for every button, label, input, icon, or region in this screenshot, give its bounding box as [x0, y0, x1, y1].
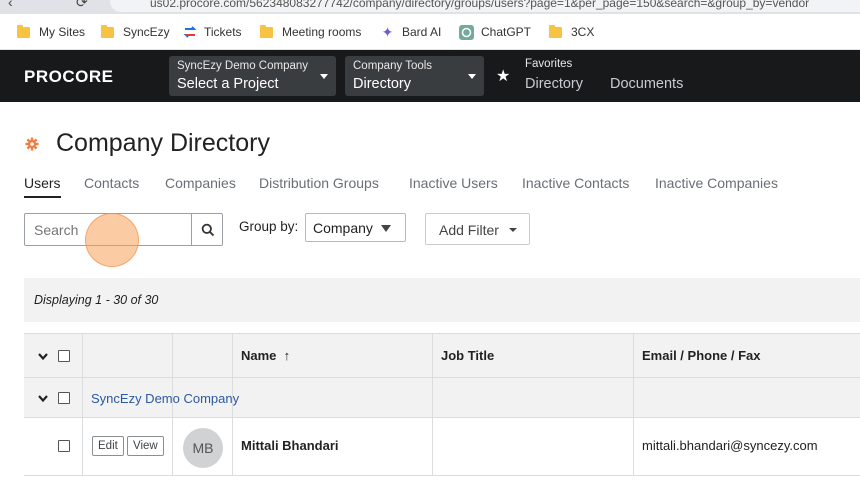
bookmark-label: Tickets	[204, 25, 242, 39]
user-name[interactable]: Mittali Bhandari	[241, 438, 339, 453]
group-checkbox[interactable]	[58, 392, 70, 404]
gear-icon[interactable]	[25, 137, 39, 151]
procore-header: PROCORE SyncEzy Demo Company Select a Pr…	[0, 50, 860, 102]
browser-address-bar[interactable]: ‹ ⟳ us02.procore.com/562348083277742/com…	[0, 0, 860, 14]
page-title: Company Directory	[56, 129, 270, 157]
group-row: SyncEzy Demo Company	[24, 378, 860, 418]
caret-down-icon	[381, 225, 391, 232]
group-by-value: Company	[313, 220, 373, 236]
procore-logo[interactable]: PROCORE	[24, 67, 113, 87]
project-picker-company: SyncEzy Demo Company	[177, 60, 309, 72]
view-button[interactable]: View	[127, 436, 164, 456]
users-table: Name ↑ Job Title Email / Phone / Fax Syn…	[24, 333, 860, 482]
chevron-down-icon[interactable]	[37, 392, 49, 404]
tab-inactive-companies[interactable]: Inactive Companies	[655, 175, 778, 191]
sparkle-icon: ✦	[381, 23, 394, 40]
group-link-company[interactable]: SyncEzy Demo Company	[91, 391, 239, 406]
tab-inactive-users[interactable]: Inactive Users	[409, 175, 498, 191]
favorites-label: Favorites	[525, 58, 573, 70]
back-icon[interactable]: ‹	[8, 0, 13, 10]
column-divider	[432, 333, 433, 476]
tool-picker-category: Company Tools	[353, 60, 433, 72]
reload-icon[interactable]: ⟳	[76, 0, 88, 11]
column-header-job-title[interactable]: Job Title	[441, 348, 494, 363]
star-icon[interactable]: ★	[496, 66, 510, 86]
bookmark-my-sites[interactable]: My Sites	[17, 24, 85, 40]
bookmark-label: SyncEzy	[123, 25, 170, 39]
tab-contacts[interactable]: Contacts	[84, 175, 139, 191]
tool-picker[interactable]: Company Tools Directory	[345, 56, 484, 96]
bookmark-label: 3CX	[571, 25, 595, 39]
avatar: MB	[183, 428, 223, 468]
table-row: Edit View MB Mittali Bhandari mittali.bh…	[24, 418, 860, 476]
bookmark-label: ChatGPT	[481, 25, 532, 39]
column-divider	[232, 333, 233, 476]
edit-button[interactable]: Edit	[92, 436, 124, 456]
sort-ascending-icon: ↑	[283, 348, 291, 363]
table-header-row: Name ↑ Job Title Email / Phone / Fax	[24, 333, 860, 378]
pagination-summary-bar: Displaying 1 - 30 of 30	[24, 278, 860, 322]
bookmark-label: Bard AI	[402, 25, 442, 39]
table-row	[24, 476, 860, 482]
user-email[interactable]: mittali.bhandari@syncezy.com	[642, 438, 818, 453]
tab-users[interactable]: Users	[24, 175, 61, 191]
active-tab-underline	[24, 196, 61, 198]
chevron-down-icon	[320, 74, 328, 79]
column-header-email[interactable]: Email / Phone / Fax	[642, 348, 760, 363]
column-divider	[633, 333, 634, 476]
tool-picker-label: Directory	[353, 76, 412, 92]
caret-down-icon	[509, 228, 517, 232]
row-checkbox[interactable]	[58, 440, 70, 452]
bookmark-3cx[interactable]: 3CX	[549, 24, 594, 40]
search-icon	[201, 223, 215, 237]
chevron-down-icon[interactable]	[37, 350, 49, 362]
folder-icon	[101, 24, 114, 38]
tab-inactive-contacts[interactable]: Inactive Contacts	[522, 175, 629, 191]
chevron-down-icon	[468, 74, 476, 79]
add-filter-button[interactable]: Add Filter	[425, 213, 530, 245]
folder-icon	[549, 24, 562, 38]
folder-icon	[260, 24, 273, 38]
search-button[interactable]	[191, 213, 223, 246]
tab-distribution-groups[interactable]: Distribution Groups	[259, 175, 379, 191]
bookmarks-bar: My Sites SyncEzy Tickets Meeting rooms ✦…	[0, 14, 860, 50]
pagination-summary: Displaying 1 - 30 of 30	[34, 293, 159, 307]
bookmark-syncezy[interactable]: SyncEzy	[101, 24, 170, 40]
bookmark-meeting-rooms[interactable]: Meeting rooms	[260, 24, 361, 40]
chatgpt-icon	[459, 24, 474, 40]
bookmark-tickets[interactable]: Tickets	[182, 24, 242, 40]
column-header-name[interactable]: Name ↑	[241, 348, 290, 363]
group-by-select[interactable]: Company	[305, 213, 406, 242]
bookmark-label: My Sites	[39, 25, 86, 39]
folder-icon	[17, 24, 30, 38]
add-filter-label: Add Filter	[439, 222, 499, 238]
project-picker[interactable]: SyncEzy Demo Company Select a Project	[169, 56, 336, 96]
favorite-link-directory[interactable]: Directory	[525, 76, 583, 92]
sync-icon	[182, 25, 197, 40]
click-highlight	[85, 213, 139, 267]
column-divider	[82, 333, 83, 476]
select-all-checkbox[interactable]	[58, 350, 70, 362]
column-divider	[172, 333, 173, 476]
bookmark-chatgpt[interactable]: ChatGPT	[459, 24, 531, 40]
project-picker-label: Select a Project	[177, 76, 279, 92]
bookmark-label: Meeting rooms	[282, 25, 362, 39]
favorite-link-documents[interactable]: Documents	[610, 76, 683, 92]
group-by-label: Group by:	[239, 219, 299, 234]
url-text: us02.procore.com/562348083277742/company…	[150, 0, 810, 10]
tab-companies[interactable]: Companies	[165, 175, 236, 191]
bookmark-bard-ai[interactable]: ✦ Bard AI	[380, 23, 442, 40]
